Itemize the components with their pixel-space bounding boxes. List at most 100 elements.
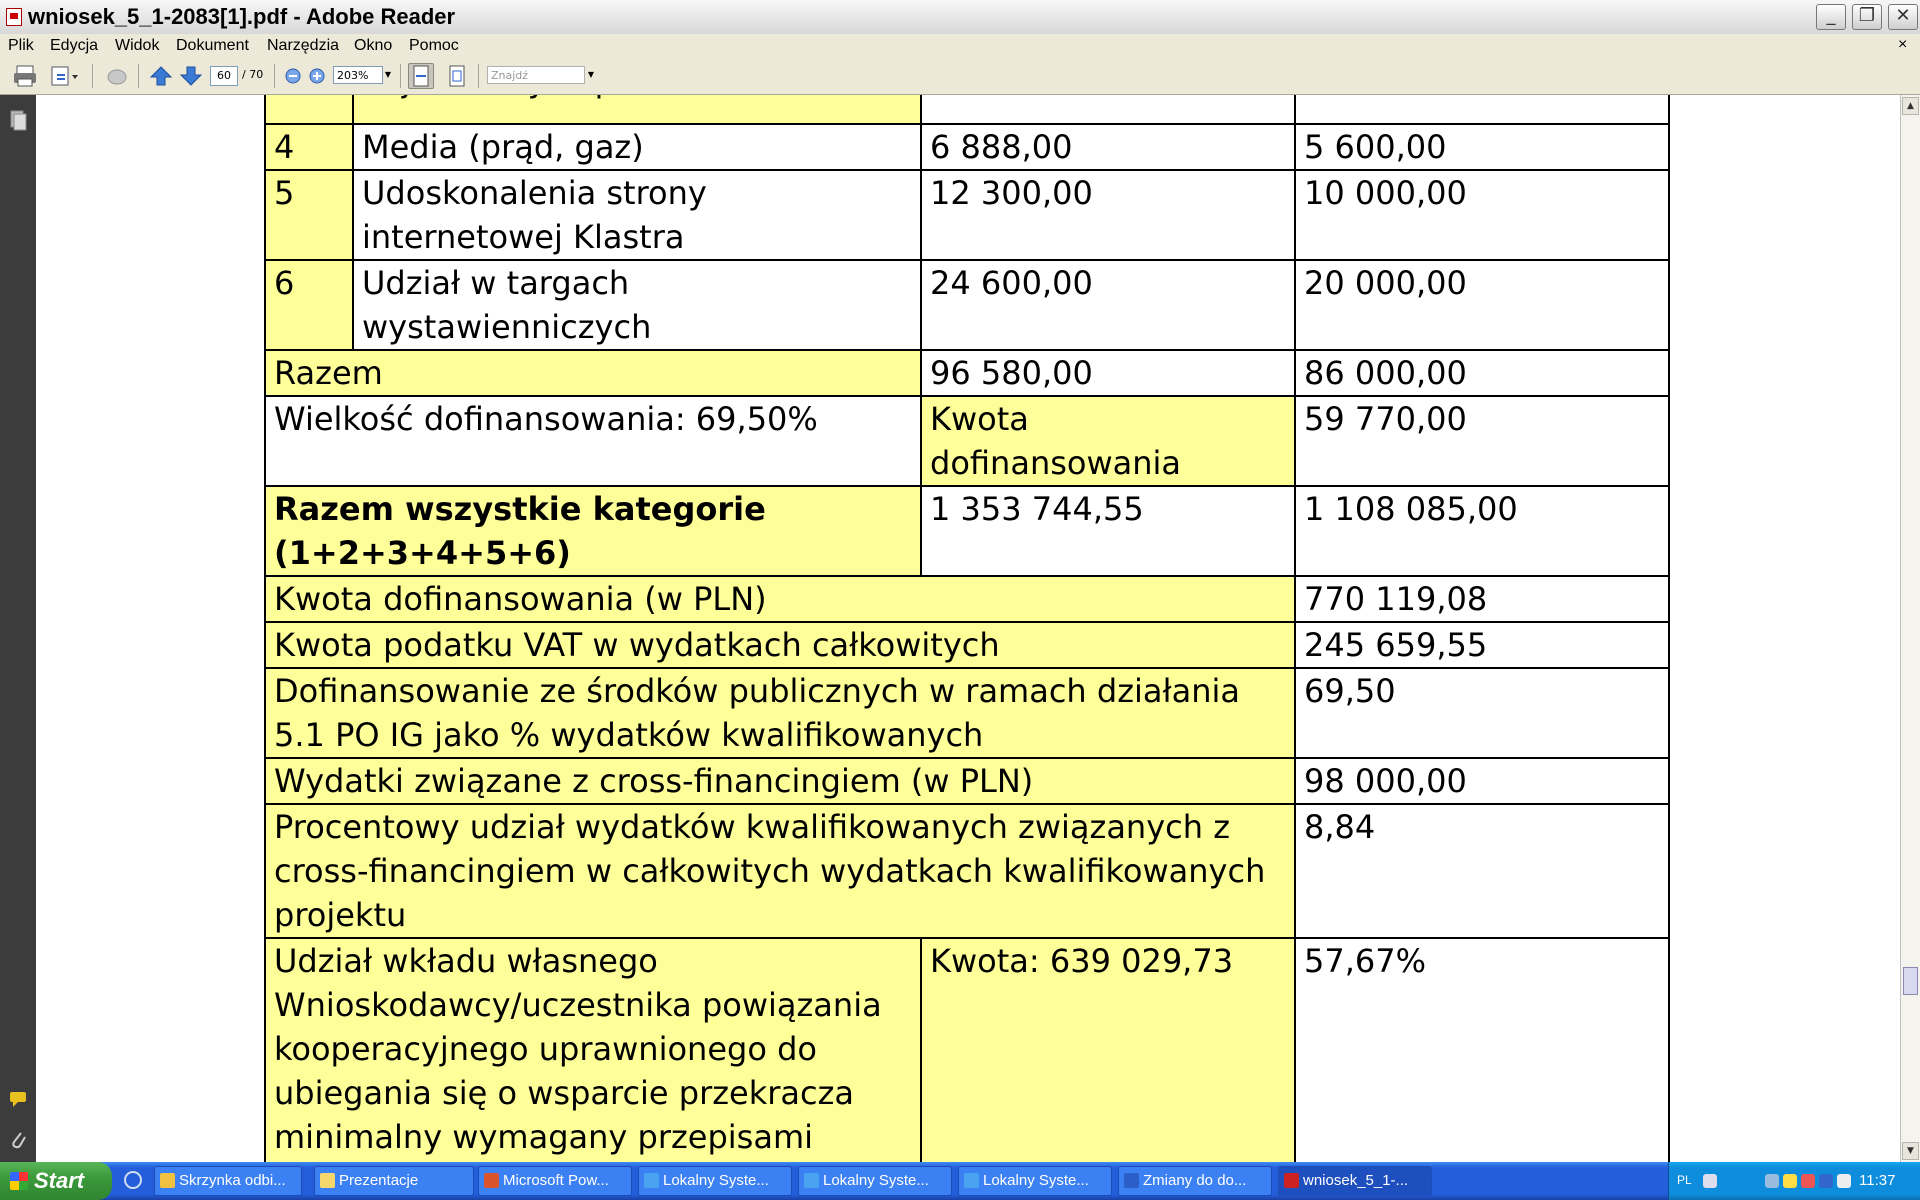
page-number-input[interactable]: 60 [210, 66, 238, 86]
security-tray-icon[interactable] [1801, 1174, 1815, 1188]
vertical-scrollbar[interactable]: ▲ ▼ [1900, 95, 1920, 1162]
row-value-eligible: 5 600,00 [1294, 123, 1670, 171]
taskbar-item-browser-3[interactable]: Lokalny Syste... [958, 1166, 1112, 1196]
hand-icon[interactable] [104, 63, 130, 89]
print-icon[interactable] [12, 63, 38, 89]
row-value-eligible: 20 000,00 [1294, 259, 1670, 351]
taskbar-item-word[interactable]: Zmiany do do... [1118, 1166, 1272, 1196]
toolbar: 60 / 70 203% ▼ Znajdź ▼ [0, 58, 1920, 95]
clock: 11:37 [1859, 1172, 1896, 1189]
system-tray: PL 11:37 [1668, 1162, 1920, 1200]
fit-page-icon[interactable] [444, 63, 470, 89]
scroll-thumb[interactable] [1903, 967, 1918, 995]
own-share-label: Udział wkładu własnego Wnioskodawcy/ucze… [264, 937, 922, 1162]
menu-edit[interactable]: Edycja [50, 37, 98, 55]
comments-icon[interactable] [8, 1087, 28, 1109]
own-share-percent: 57,67% [1294, 937, 1670, 1162]
menu-help[interactable]: Pomoc [409, 37, 459, 55]
summary-label: Wydatki związane z cross-financingiem (w… [264, 757, 1296, 805]
pages-icon[interactable] [8, 109, 28, 131]
find-input[interactable]: Znajdź [487, 66, 585, 84]
scroll-up-icon[interactable]: ▲ [1902, 97, 1919, 115]
table-row: najmowanych pomieszczeń [264, 95, 1670, 125]
partial-row-label: najmowanych pomieszczeń [352, 95, 922, 125]
summary-row: Kwota podatku VAT w wydatkach całkowityc… [264, 621, 1670, 669]
bluetooth-tray-icon[interactable] [1819, 1174, 1833, 1188]
close-button[interactable]: ✕ [1888, 4, 1918, 30]
row-value-total: 24 600,00 [920, 259, 1296, 351]
restore-button[interactable]: ❐ [1852, 4, 1882, 30]
menu-view[interactable]: Widok [115, 37, 159, 55]
taskbar-item-browser-2[interactable]: Lokalny Syste... [798, 1166, 952, 1196]
row-value-eligible: 10 000,00 [1294, 169, 1670, 261]
menu-tools[interactable]: Narzędzia [267, 37, 339, 55]
window-title: wniosek_5_1-2083[1].pdf - Adobe Reader [28, 4, 456, 29]
powerpoint-icon [484, 1173, 499, 1188]
summary-value: 245 659,55 [1294, 621, 1670, 669]
volume-tray-icon[interactable] [1837, 1174, 1851, 1188]
attachments-icon[interactable] [8, 1129, 28, 1151]
taskbar-item-powerpoint[interactable]: Microsoft Pow... [478, 1166, 632, 1196]
scroll-down-icon[interactable]: ▼ [1902, 1142, 1919, 1160]
ie-quicklaunch-icon[interactable] [124, 1171, 142, 1189]
taskbar-item-browser-1[interactable]: Lokalny Syste... [638, 1166, 792, 1196]
taskbar-item-adobe-reader[interactable]: wniosek_5_1-... [1278, 1166, 1432, 1196]
fit-width-icon[interactable] [408, 63, 434, 89]
summary-value: 8,84 [1294, 803, 1670, 939]
table-row: 5 Udoskonalenia strony internetowej Klas… [264, 169, 1670, 261]
zoom-dropdown-icon[interactable]: ▼ [382, 66, 394, 84]
zoom-in-icon[interactable] [306, 63, 332, 89]
ie-icon [964, 1173, 979, 1188]
document-close-icon[interactable]: × [1898, 36, 1907, 54]
menu-window[interactable]: Okno [354, 37, 392, 55]
taskbar-item-outlook[interactable]: Skrzynka odbi... [154, 1166, 302, 1196]
language-indicator[interactable]: PL [1677, 1173, 1692, 1187]
minimize-button[interactable]: _ [1816, 4, 1846, 30]
summary-value: 98 000,00 [1294, 757, 1670, 805]
menu-bar: Plik Edycja Widok Dokument Narzędzia Okn… [0, 34, 1920, 59]
razem-all-row: Razem wszystkie kategorie (1+2+3+4+5+6) … [264, 485, 1670, 577]
network-tray-icon[interactable] [1765, 1174, 1779, 1188]
document-view[interactable]: najmowanych pomieszczeń 4 Media (prąd, g… [36, 95, 1900, 1162]
word-icon [1124, 1173, 1139, 1188]
ie-icon [644, 1173, 659, 1188]
table-row: 6 Udział w targach wystawienniczych 24 6… [264, 259, 1670, 351]
row-label: Udoskonalenia strony internetowej Klastr… [352, 169, 922, 261]
summary-value: 69,50 [1294, 667, 1670, 759]
summary-label: Kwota dofinansowania (w PLN) [264, 575, 1296, 623]
row-number: 6 [264, 259, 354, 351]
razem-label: Razem [264, 349, 922, 397]
dofinansowanie-row: Wielkość dofinansowania: 69,50% Kwota do… [264, 395, 1670, 487]
find-dropdown-icon[interactable]: ▼ [585, 66, 597, 84]
summary-label: Kwota podatku VAT w wydatkach całkowityc… [264, 621, 1296, 669]
page-down-icon[interactable] [178, 63, 204, 89]
row-number: 5 [264, 169, 354, 261]
kwota-dofinansowania-label: Kwota dofinansowania [920, 395, 1296, 487]
summary-row: Kwota dofinansowania (w PLN) 770 119,08 [264, 575, 1670, 623]
zoom-input[interactable]: 203% [333, 66, 383, 84]
mail-tray-icon[interactable] [1783, 1174, 1797, 1188]
email-icon[interactable] [48, 63, 78, 89]
summary-label: Dofinansowanie ze środków publicznych w … [264, 667, 1296, 759]
row-number: 4 [264, 123, 354, 171]
summary-row: Dofinansowanie ze środków publicznych w … [264, 667, 1670, 759]
razem-row: Razem 96 580,00 86 000,00 [264, 349, 1670, 397]
razem-all-label: Razem wszystkie kategorie (1+2+3+4+5+6) [264, 485, 922, 577]
outlook-icon [160, 1173, 175, 1188]
row-value-total: 6 888,00 [920, 123, 1296, 171]
budget-table: najmowanych pomieszczeń 4 Media (prąd, g… [264, 95, 1670, 1162]
printer-tray-icon[interactable] [1703, 1174, 1717, 1188]
summary-label: Procentowy udział wydatków kwalifikowany… [264, 803, 1296, 939]
start-button[interactable]: Start [0, 1162, 112, 1200]
razem-all-total: 1 353 744,55 [920, 485, 1296, 577]
row-label: Media (prąd, gaz) [352, 123, 922, 171]
adobe-reader-icon [6, 8, 22, 26]
menu-file[interactable]: Plik [8, 37, 34, 55]
summary-row: Procentowy udział wydatków kwalifikowany… [264, 803, 1670, 939]
taskbar-item-folder[interactable]: Prezentacje [314, 1166, 474, 1196]
table-row: 4 Media (prąd, gaz) 6 888,00 5 600,00 [264, 123, 1670, 171]
page-up-icon[interactable] [148, 63, 174, 89]
row-label: Udział w targach wystawienniczych [352, 259, 922, 351]
menu-document[interactable]: Dokument [176, 37, 249, 55]
zoom-out-icon[interactable] [282, 63, 308, 89]
